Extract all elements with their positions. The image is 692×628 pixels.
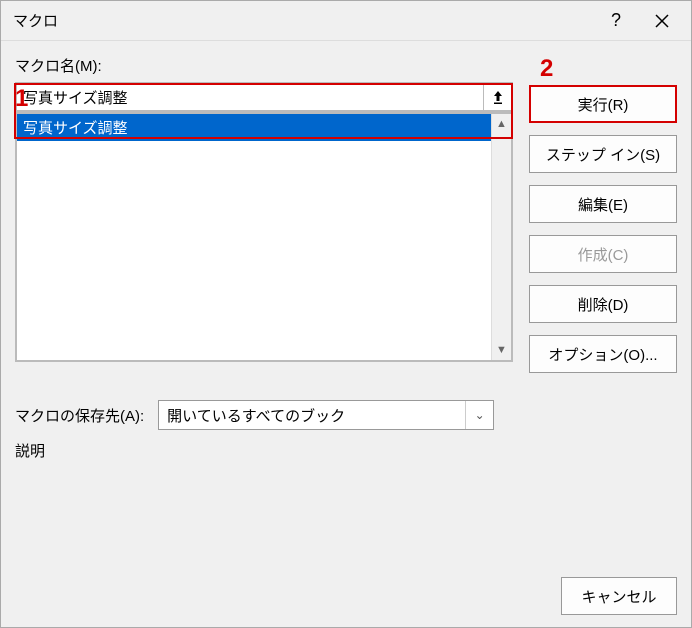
macro-dialog: マクロ ? マクロ名(M): 写真サ bbox=[0, 0, 692, 628]
storage-row: マクロの保存先(A): 開いているすべてのブック ⌄ bbox=[15, 400, 513, 430]
macro-name-label: マクロ名(M): bbox=[15, 55, 513, 76]
run-button[interactable]: 実行(R) bbox=[529, 85, 677, 123]
macro-list-inner: 写真サイズ調整 bbox=[17, 114, 491, 360]
create-button: 作成(C) bbox=[529, 235, 677, 273]
close-button[interactable] bbox=[639, 2, 685, 40]
right-pane: 実行(R) ステップ イン(S) 編集(E) 作成(C) 削除(D) オプション… bbox=[529, 55, 677, 615]
arrow-up-icon bbox=[491, 89, 505, 105]
cancel-row: キャンセル bbox=[529, 567, 677, 615]
macro-listbox[interactable]: 写真サイズ調整 ▲ ▼ bbox=[15, 112, 513, 362]
delete-button[interactable]: 削除(D) bbox=[529, 285, 677, 323]
storage-selected-value: 開いているすべてのブック bbox=[167, 405, 345, 426]
chevron-down-icon: ⌄ bbox=[465, 401, 493, 429]
help-button[interactable]: ? bbox=[593, 2, 639, 40]
titlebar: マクロ ? bbox=[1, 1, 691, 41]
scrollbar[interactable]: ▲ ▼ bbox=[491, 114, 511, 360]
scroll-down-icon[interactable]: ▼ bbox=[492, 340, 511, 360]
macro-name-input[interactable] bbox=[15, 82, 483, 112]
storage-label: マクロの保存先(A): bbox=[15, 405, 144, 426]
macro-name-assign-button[interactable] bbox=[483, 82, 513, 112]
storage-select[interactable]: 開いているすべてのブック ⌄ bbox=[158, 400, 494, 430]
description-label: 説明 bbox=[15, 440, 513, 461]
left-pane: マクロ名(M): 写真サイズ調整 ▲ ▼ bbox=[15, 55, 513, 615]
step-in-button[interactable]: ステップ イン(S) bbox=[529, 135, 677, 173]
close-icon bbox=[655, 14, 669, 28]
cancel-button[interactable]: キャンセル bbox=[561, 577, 677, 615]
dialog-title: マクロ bbox=[13, 10, 593, 31]
scroll-up-icon[interactable]: ▲ bbox=[492, 114, 511, 134]
edit-button[interactable]: 編集(E) bbox=[529, 185, 677, 223]
list-item[interactable]: 写真サイズ調整 bbox=[17, 114, 491, 141]
macro-name-row bbox=[15, 82, 513, 112]
options-button[interactable]: オプション(O)... bbox=[529, 335, 677, 373]
dialog-content: マクロ名(M): 写真サイズ調整 ▲ ▼ bbox=[1, 41, 691, 627]
